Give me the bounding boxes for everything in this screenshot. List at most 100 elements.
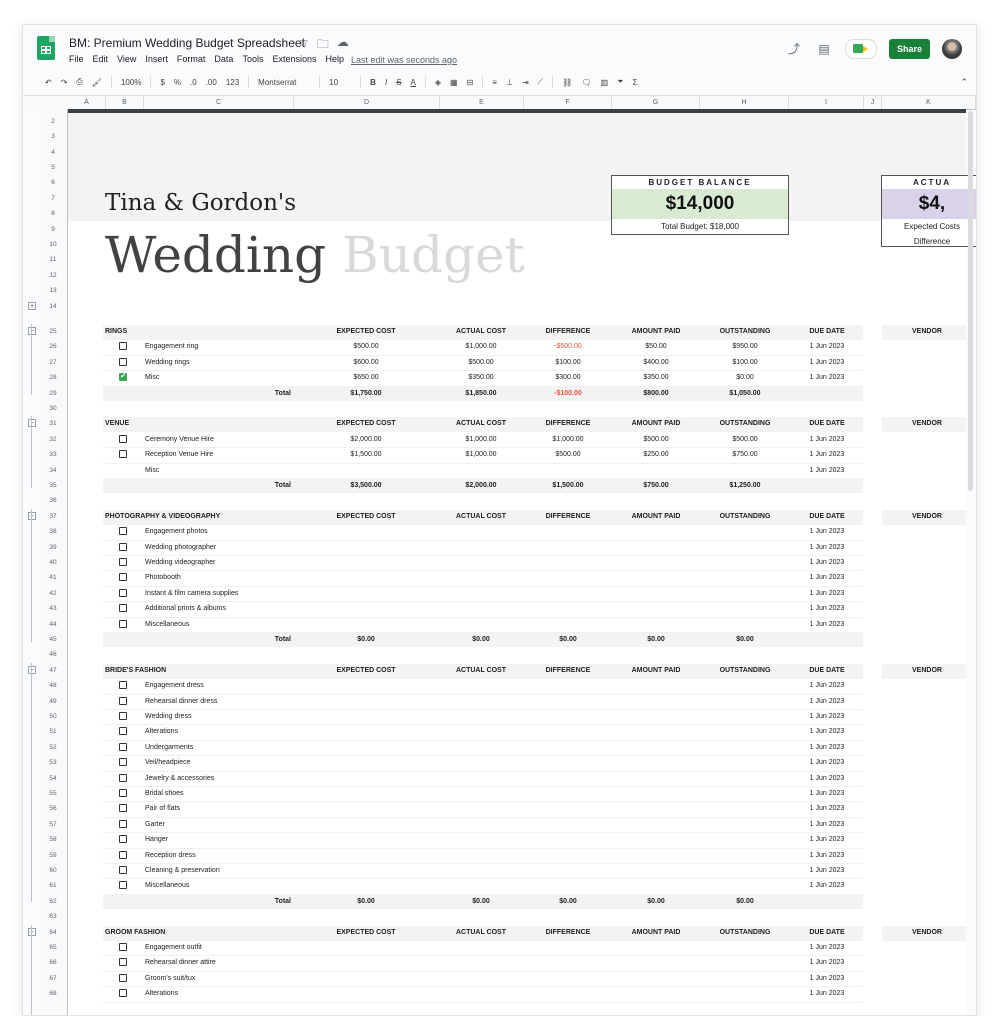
row-number[interactable]: 58 [39, 836, 67, 843]
zoom-select[interactable]: 100% [121, 78, 141, 87]
row-number[interactable]: 37 [39, 513, 67, 520]
row-number[interactable]: 53 [39, 759, 67, 766]
column-header[interactable]: H [700, 96, 789, 109]
row-number[interactable]: 3 [39, 133, 67, 140]
checkbox[interactable] [119, 835, 127, 844]
row-number[interactable]: 62 [39, 898, 67, 905]
menu-item[interactable]: Data [214, 54, 233, 64]
row-number[interactable]: 8 [39, 210, 67, 217]
checkbox[interactable] [119, 588, 127, 597]
row-number[interactable]: 54 [39, 775, 67, 782]
column-header[interactable]: B [106, 96, 144, 109]
menu-item[interactable]: Extensions [272, 54, 316, 64]
strikethrough-button[interactable]: S [396, 78, 401, 87]
paint-format-icon[interactable]: 🖌 [92, 78, 102, 87]
row-number[interactable]: 36 [39, 497, 67, 504]
checkbox[interactable] [119, 789, 127, 797]
checkbox[interactable] [119, 542, 127, 551]
text-color-button[interactable]: A [411, 78, 416, 87]
merge-cells-icon[interactable]: ⊟ [467, 78, 474, 87]
checkbox[interactable] [119, 881, 127, 890]
column-header[interactable]: D [294, 96, 440, 109]
row-number[interactable]: 25 [39, 328, 67, 335]
row-number[interactable]: 35 [39, 482, 67, 489]
checkbox[interactable] [119, 850, 127, 859]
menu-item[interactable]: File [69, 54, 84, 64]
font-size-select[interactable]: 10 [329, 78, 351, 87]
meet-icon[interactable] [844, 39, 877, 59]
column-header[interactable]: K [882, 96, 976, 109]
row-number[interactable]: 64 [39, 929, 67, 936]
row-number[interactable]: 43 [39, 605, 67, 612]
checkbox[interactable] [119, 819, 127, 828]
row-number[interactable]: 10 [39, 241, 67, 248]
row-number[interactable]: 65 [39, 944, 67, 951]
row-number[interactable]: 61 [39, 882, 67, 889]
row-number[interactable]: 9 [39, 226, 67, 233]
row-number[interactable]: 38 [39, 528, 67, 535]
checkbox[interactable] [119, 758, 127, 767]
sheets-logo-icon[interactable] [37, 36, 55, 60]
redo-icon[interactable]: ↷ [61, 78, 68, 87]
bold-button[interactable]: B [370, 78, 376, 87]
checkbox[interactable] [119, 357, 127, 366]
column-header[interactable]: A [68, 96, 106, 109]
column-header[interactable]: F [524, 96, 612, 109]
column-header[interactable]: G [612, 96, 700, 109]
group-collapse-button[interactable]: − [28, 665, 36, 674]
row-number[interactable]: 42 [39, 590, 67, 597]
row-number[interactable]: 55 [39, 790, 67, 797]
menu-item[interactable]: Format [177, 54, 206, 64]
checkbox[interactable] [119, 527, 127, 536]
row-number[interactable]: 40 [39, 559, 67, 566]
checkbox[interactable] [119, 450, 127, 459]
column-header[interactable]: E [440, 96, 524, 109]
insert-comment-icon[interactable]: 🗨 [581, 78, 591, 87]
row-number[interactable]: 29 [39, 390, 67, 397]
link-icon[interactable]: ⛓ [562, 78, 572, 87]
checkbox[interactable] [119, 742, 127, 751]
row-number[interactable]: 13 [39, 287, 67, 294]
menu-item[interactable]: View [117, 54, 136, 64]
menu-item[interactable]: Tools [242, 54, 263, 64]
row-number[interactable]: 66 [39, 959, 67, 966]
row-number[interactable]: 50 [39, 713, 67, 720]
functions-icon[interactable]: Σ [633, 78, 638, 87]
document-title[interactable]: BM: Premium Wedding Budget Spreadsheet [69, 36, 305, 50]
italic-button[interactable]: I [385, 78, 387, 87]
group-collapse-button[interactable]: − [28, 327, 36, 335]
checkbox[interactable] [119, 681, 127, 690]
checkbox[interactable] [119, 773, 127, 782]
insert-chart-icon[interactable]: ▥ [601, 78, 609, 87]
checkbox[interactable] [119, 696, 127, 705]
group-collapse-button[interactable]: − [28, 927, 36, 936]
menu-item[interactable]: Help [325, 54, 344, 64]
checkbox[interactable] [119, 958, 127, 967]
row-number[interactable]: 45 [39, 636, 67, 643]
checkbox[interactable] [119, 619, 127, 628]
trending-icon[interactable]: ⤴ [785, 40, 803, 58]
row-number[interactable]: 60 [39, 867, 67, 874]
row-number[interactable]: 67 [39, 975, 67, 982]
checkbox[interactable] [119, 989, 127, 998]
move-folder-icon[interactable]: 🗀 [317, 35, 329, 56]
decrease-decimal-button[interactable]: .0 [190, 78, 197, 87]
row-number[interactable]: 56 [39, 805, 67, 812]
text-wrap-icon[interactable]: ⇥ [522, 78, 529, 87]
number-format-select[interactable]: 123 [226, 78, 239, 87]
row-number[interactable]: 4 [39, 149, 67, 156]
print-icon[interactable]: ⎙ [76, 77, 82, 87]
checkbox[interactable] [119, 712, 127, 720]
row-number[interactable]: 5 [39, 164, 67, 171]
row-number[interactable]: 30 [39, 405, 67, 412]
menu-item[interactable]: Insert [145, 54, 168, 64]
checkbox[interactable] [119, 342, 127, 351]
currency-format-button[interactable]: $ [160, 78, 164, 87]
checkbox[interactable] [119, 973, 127, 982]
group-expand-button[interactable]: + [28, 302, 36, 310]
row-number[interactable]: 14 [39, 303, 67, 310]
row-number[interactable]: 39 [39, 544, 67, 551]
vertical-scrollbar[interactable] [968, 111, 973, 491]
row-number[interactable]: 49 [39, 698, 67, 705]
row-number[interactable]: 63 [39, 913, 67, 920]
